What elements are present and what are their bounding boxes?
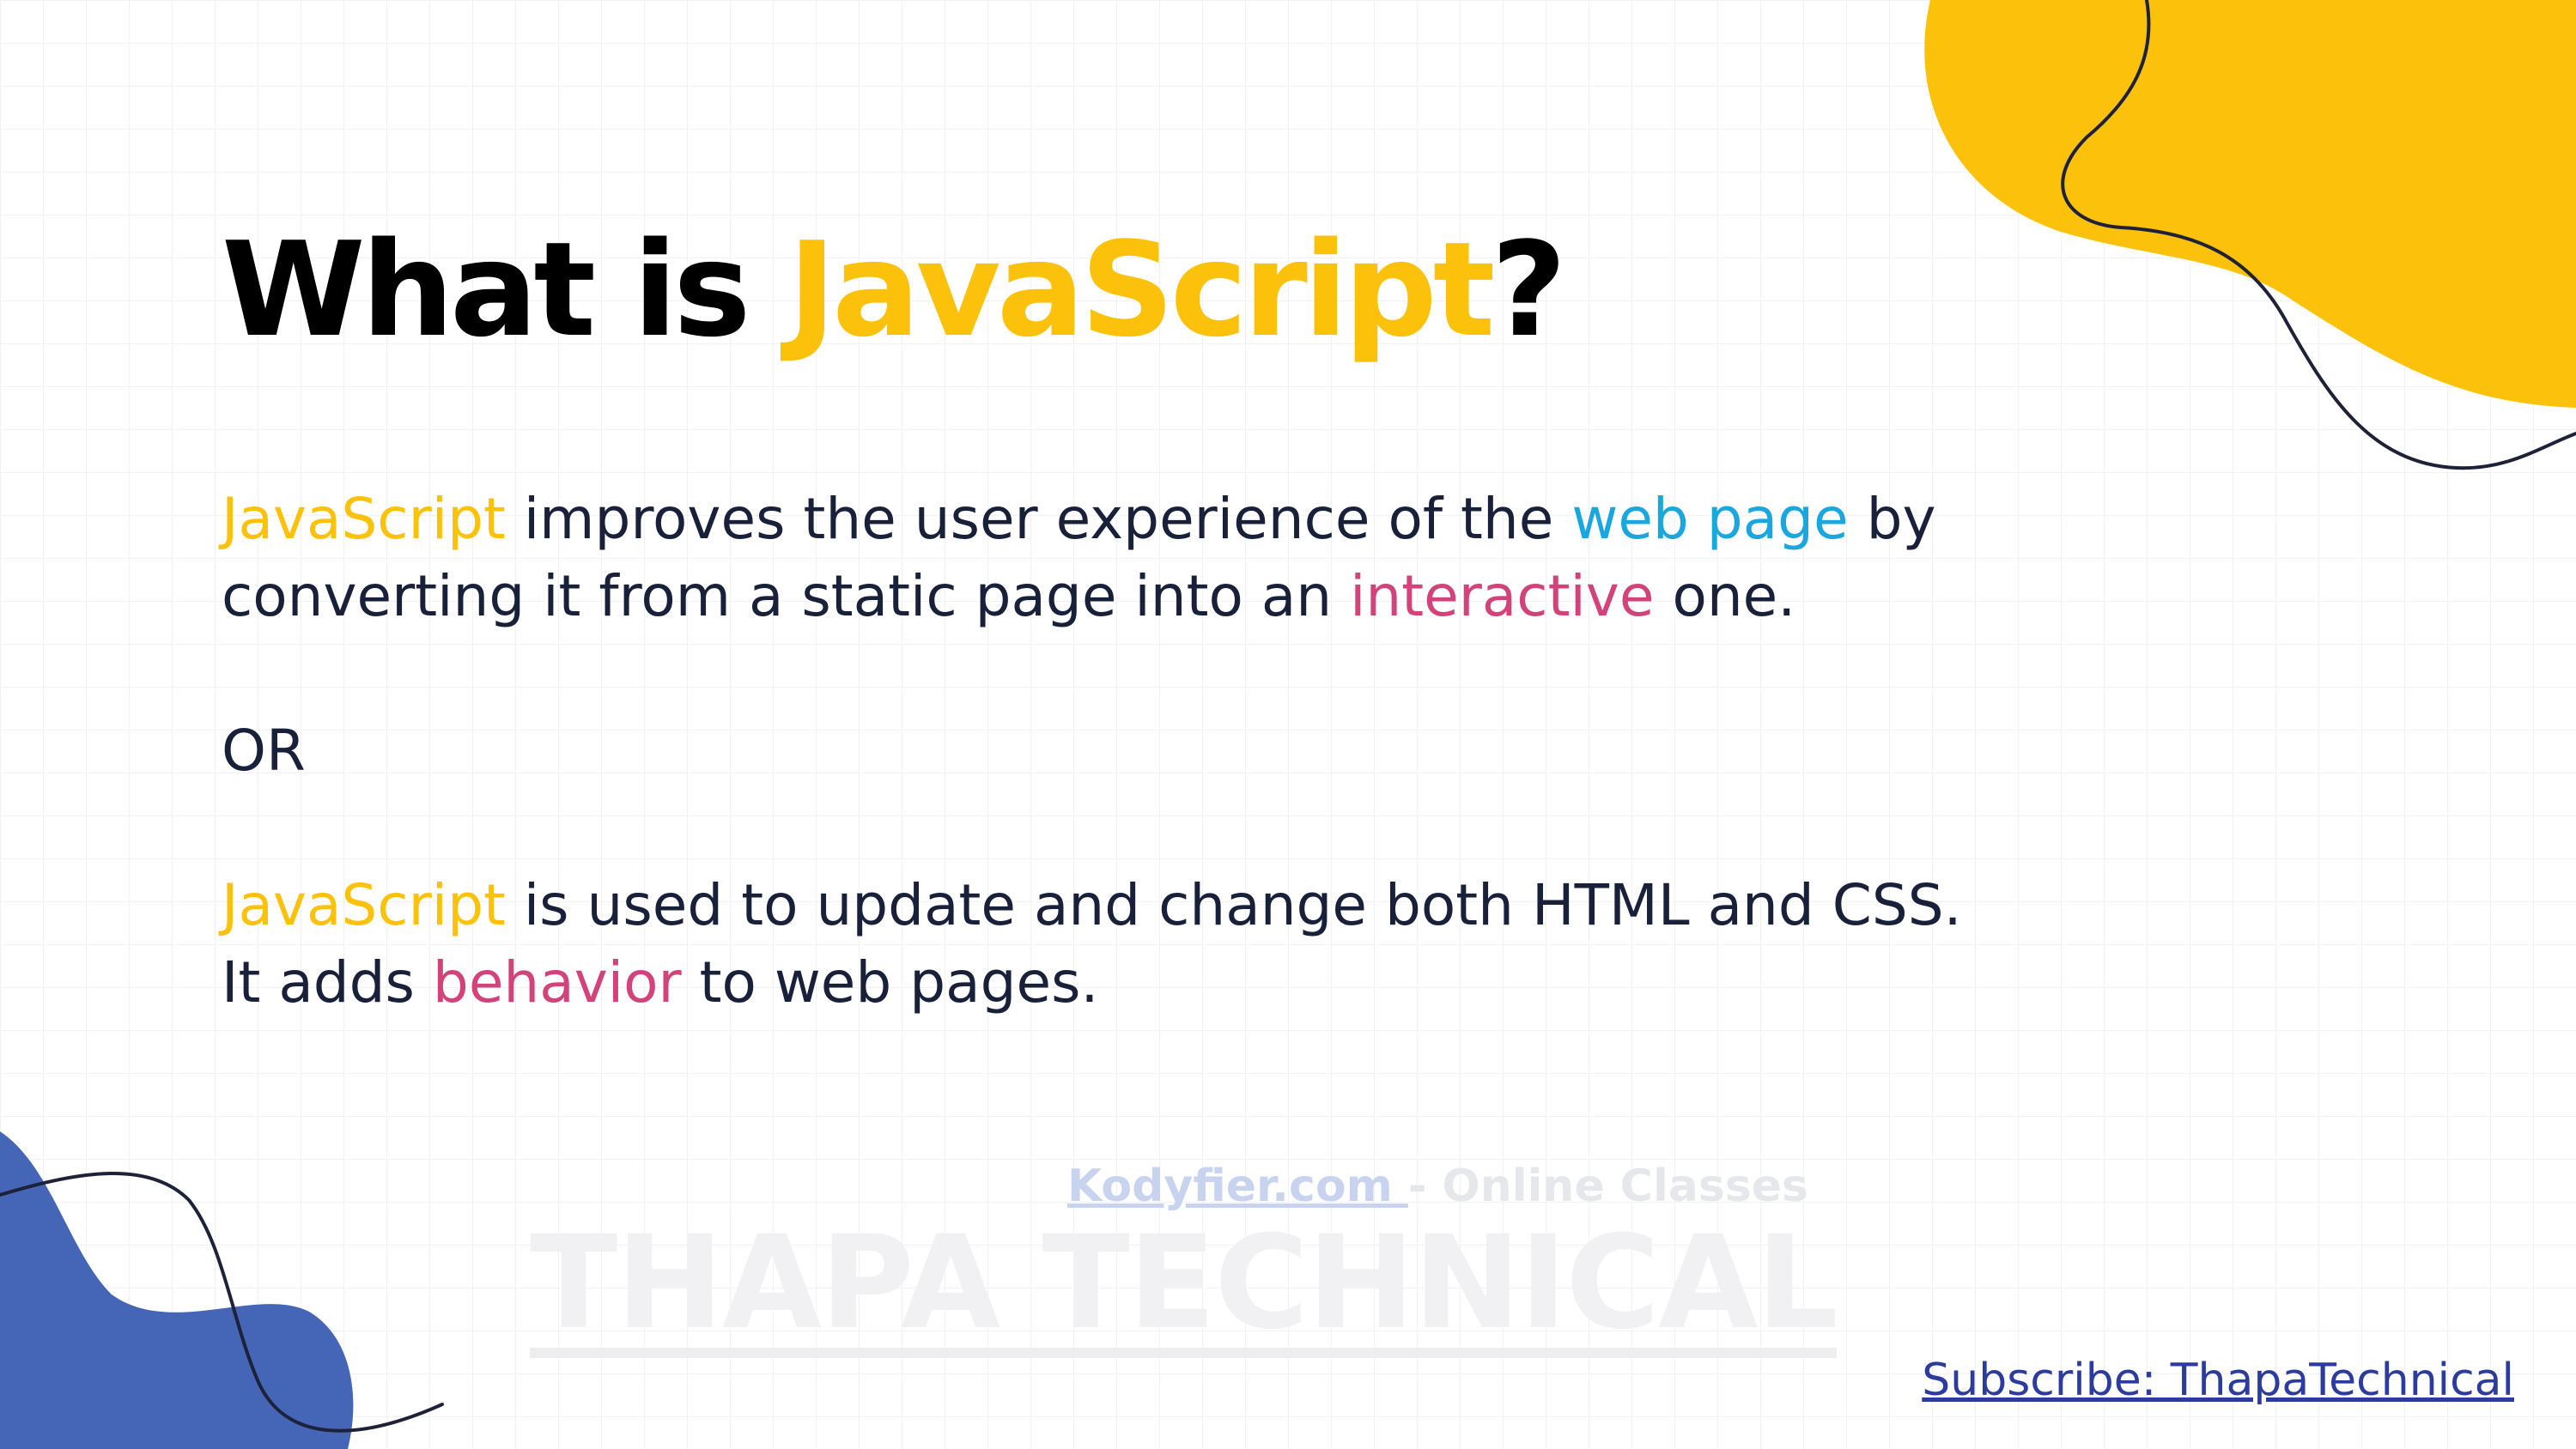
or-separator: OR (222, 718, 306, 784)
subscribe-link[interactable]: Subscribe: ThapaTechnical (1922, 1355, 2514, 1406)
blue-blob-shape (0, 1131, 354, 1449)
paragraph-text: improves the user experience of the (505, 486, 1572, 552)
title-suffix: ? (1491, 214, 1566, 366)
keyword-web-page: web page (1571, 486, 1849, 552)
keyword-javascript: JavaScript (222, 486, 506, 552)
watermark-brand: THAPA TECHNICAL (530, 1209, 1838, 1358)
keyword-behavior: behavior (432, 949, 682, 1016)
page-title: What is JavaScript? (222, 225, 1567, 355)
yellow-blob-shape (1924, 0, 2576, 408)
title-highlight: JavaScript (787, 214, 1496, 366)
yellow-blob-decoration (1924, 0, 2576, 470)
watermark-site: Kodyfier.com - Online Classes (1067, 1161, 1808, 1212)
definition-paragraph: JavaScript improves the user experience … (222, 481, 1936, 635)
keyword-interactive: interactive (1350, 563, 1655, 629)
paragraph-text: by (1848, 486, 1936, 552)
paragraph-text: is used to update and change both HTML a… (505, 872, 1962, 938)
watermark-tagline: - Online Classes (1407, 1161, 1809, 1212)
paragraph-text: one. (1654, 563, 1796, 629)
keyword-javascript: JavaScript (222, 872, 506, 938)
paragraph-text: It adds (222, 949, 433, 1016)
watermark-site-link: Kodyfier.com (1067, 1161, 1408, 1212)
blue-blob-decoration (0, 1131, 444, 1449)
paragraph-text: converting it from a static page into an (222, 563, 1351, 629)
paragraph-text: to web pages. (681, 949, 1099, 1016)
title-prefix: What is (222, 214, 788, 366)
alternate-definition-paragraph: JavaScript is used to update and change … (222, 867, 1962, 1022)
